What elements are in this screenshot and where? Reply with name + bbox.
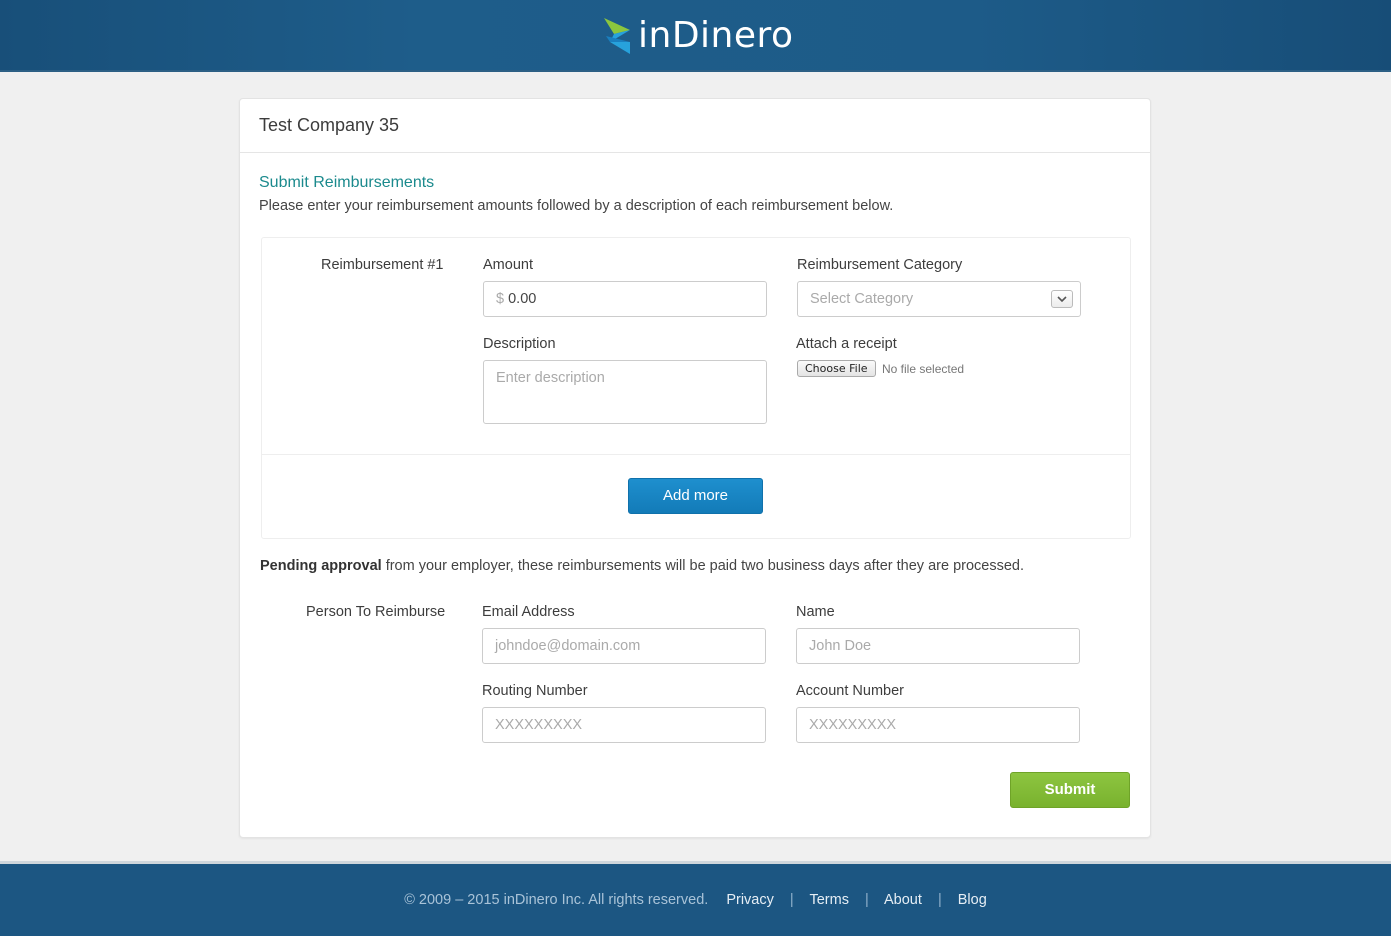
category-label: Reimbursement Category — [797, 257, 963, 273]
category-placeholder: Select Category — [810, 291, 914, 307]
receipt-label: Attach a receipt — [796, 336, 897, 352]
routing-number-placeholder: XXXXXXXXX — [495, 717, 583, 733]
footer-separator: | — [864, 892, 869, 908]
name-placeholder: John Doe — [809, 638, 872, 654]
account-number-label: Account Number — [796, 683, 904, 699]
reimbursement-card: Test Company 35 Submit Reimbursements Pl… — [239, 98, 1151, 838]
description-label: Description — [483, 336, 556, 352]
header: inDinero — [0, 0, 1391, 72]
amount-value: 0.00 — [508, 291, 537, 307]
submit-button[interactable]: Submit — [1010, 772, 1130, 808]
footer-link-terms[interactable]: Terms — [809, 892, 848, 908]
description-placeholder: Enter description — [496, 370, 605, 386]
amount-label: Amount — [483, 257, 533, 273]
divider — [262, 454, 1130, 455]
footer-link-blog[interactable]: Blog — [958, 892, 987, 908]
choose-file-button[interactable]: Choose File — [797, 360, 876, 377]
no-file-status: No file selected — [882, 362, 965, 376]
name-label: Name — [796, 604, 835, 620]
footer-content: © 2009 – 2015 inDinero Inc. All rights r… — [0, 892, 1391, 908]
account-number-placeholder: XXXXXXXXX — [809, 717, 897, 733]
account-number-input[interactable]: XXXXXXXXX — [796, 707, 1080, 743]
brand-name: inDinero — [638, 15, 794, 56]
indinero-arrow-logo-icon — [604, 18, 630, 54]
currency-prefix: $ — [496, 291, 505, 307]
copyright: © 2009 – 2015 inDinero Inc. All rights r… — [404, 892, 709, 908]
footer-link-about[interactable]: About — [884, 892, 922, 908]
pending-approval-text: from your employer, these reimbursements… — [381, 558, 1024, 574]
footer-separator: | — [937, 892, 942, 908]
footer-separator: | — [789, 892, 794, 908]
person-to-reimburse-label: Person To Reimburse — [306, 604, 446, 620]
add-more-button[interactable]: Add more — [628, 478, 763, 514]
brand-logo[interactable]: inDinero — [604, 16, 794, 56]
section-description: Please enter your reimbursement amounts … — [259, 198, 894, 214]
reimbursement-box: Reimbursement #1 Amount $ 0.00 Reimburse… — [261, 237, 1131, 539]
name-input[interactable]: John Doe — [796, 628, 1080, 664]
chevron-down-icon[interactable] — [1051, 290, 1073, 308]
card-header: Test Company 35 — [240, 99, 1150, 153]
routing-number-input[interactable]: XXXXXXXXX — [482, 707, 766, 743]
footer: © 2009 – 2015 inDinero Inc. All rights r… — [0, 861, 1391, 936]
category-select[interactable]: Select Category — [797, 281, 1081, 317]
company-name: Test Company 35 — [259, 115, 400, 135]
description-textarea[interactable]: Enter description — [483, 360, 767, 424]
pending-approval-note: Pending approval from your employer, the… — [260, 558, 1024, 574]
section-title: Submit Reimbursements — [259, 174, 435, 191]
pending-approval-bold: Pending approval — [260, 558, 382, 574]
email-placeholder: johndoe@domain.com — [495, 638, 641, 654]
footer-link-privacy[interactable]: Privacy — [726, 892, 774, 908]
reimbursement-number-label: Reimbursement #1 — [321, 257, 444, 273]
email-label: Email Address — [482, 604, 575, 620]
email-input[interactable]: johndoe@domain.com — [482, 628, 766, 664]
amount-input[interactable]: $ 0.00 — [483, 281, 767, 317]
routing-number-label: Routing Number — [482, 683, 588, 699]
